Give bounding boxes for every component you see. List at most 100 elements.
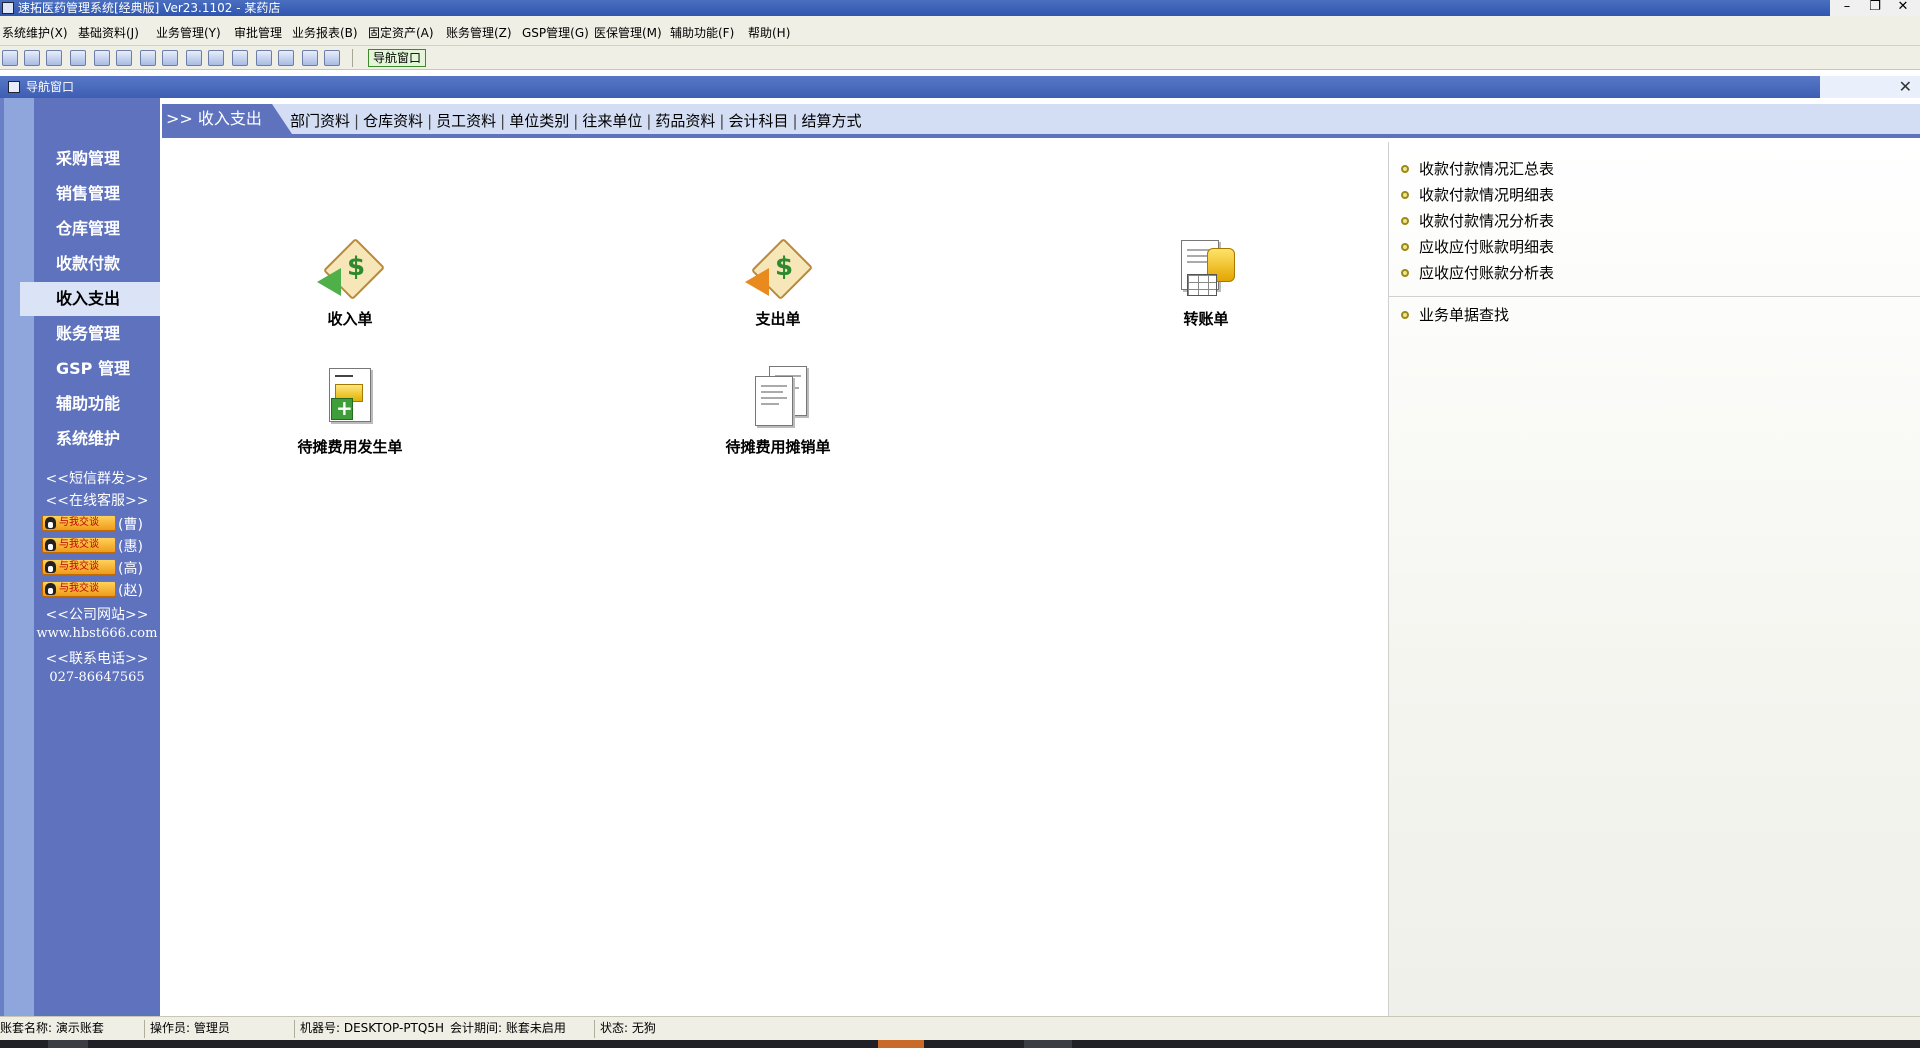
qq-chat-badge[interactable]: 与我交谈 bbox=[42, 581, 116, 597]
module-tab-bar: >> 收入支出 部门资料 | 仓库资料 | 员工资料 | 单位类别 | 往来单位 | 药品资料 | 会计… bbox=[162, 104, 1920, 138]
sidebar-item-gsp[interactable]: GSP 管理 bbox=[20, 352, 160, 386]
print-icon[interactable] bbox=[278, 50, 294, 66]
transfer-icon[interactable] bbox=[186, 50, 202, 66]
menu-gsp[interactable]: GSP管理(G) bbox=[522, 24, 589, 41]
qq-chat-badge[interactable]: 与我交谈 bbox=[42, 559, 116, 575]
refresh-icon[interactable] bbox=[140, 50, 156, 66]
menu-basic-data[interactable]: 基础资料(J) bbox=[78, 24, 139, 41]
expense-voucher-button[interactable]: $ 支出单 bbox=[718, 237, 838, 329]
bullet-icon bbox=[1401, 243, 1409, 251]
calculator-icon[interactable] bbox=[232, 50, 248, 66]
sidebar-item-purchase[interactable]: 采购管理 bbox=[20, 142, 160, 176]
link-warehouses[interactable]: 仓库资料 bbox=[363, 112, 423, 130]
link-departments[interactable]: 部门资料 bbox=[290, 112, 350, 130]
sms-link[interactable]: <<短信群发>> bbox=[34, 468, 160, 488]
app-icon bbox=[2, 2, 14, 14]
exit-icon[interactable] bbox=[324, 50, 340, 66]
qq-chat-badge[interactable]: 与我交谈 bbox=[42, 515, 116, 531]
report-icon[interactable] bbox=[70, 50, 86, 66]
sidebar-item-income-expense[interactable]: 收入支出 bbox=[20, 282, 160, 316]
transfer-icon bbox=[1173, 238, 1239, 300]
sidebar-item-warehouse[interactable]: 仓库管理 bbox=[20, 212, 160, 246]
menu-accounting[interactable]: 账务管理(Z) bbox=[446, 24, 512, 41]
sidebar-item-auxiliary[interactable]: 辅助功能 bbox=[20, 387, 160, 421]
qq-contact-name: (惠) bbox=[118, 539, 143, 555]
menu-approval[interactable]: 审批管理 bbox=[234, 24, 282, 41]
report-item[interactable]: 收款付款情况分析表 bbox=[1389, 208, 1920, 234]
menu-business-reports[interactable]: 业务报表(B) bbox=[292, 24, 358, 41]
menu-medical-insurance[interactable]: 医保管理(M) bbox=[594, 24, 662, 41]
nav-window-button[interactable]: 导航窗口 bbox=[368, 49, 426, 67]
bullet-icon bbox=[1401, 311, 1409, 319]
taskbar-item[interactable] bbox=[48, 1040, 88, 1048]
menu-help[interactable]: 帮助(H) bbox=[748, 24, 790, 41]
window-title: 速拓医药管理系统[经典版] Ver23.1102 - 某药店 bbox=[18, 1, 281, 15]
edit-icon[interactable] bbox=[116, 50, 132, 66]
qq-penguin-icon bbox=[45, 517, 56, 529]
report-item[interactable]: 收款付款情况明细表 bbox=[1389, 182, 1920, 208]
report-item[interactable]: 收款付款情况汇总表 bbox=[1389, 156, 1920, 182]
qq-contact-name: (赵) bbox=[118, 583, 143, 599]
main-content: $ 收入单 $ 支出单 转账单 待摊费用发生单 待摊费用摊销单 bbox=[162, 142, 1388, 1016]
status-machine: 机器号: DESKTOP-PTQ5H bbox=[300, 1021, 444, 1035]
website-link[interactable]: www.hbst666.com bbox=[34, 626, 160, 641]
link-employees[interactable]: 员工资料 bbox=[436, 112, 496, 130]
bullet-icon bbox=[1401, 165, 1409, 173]
message-icon[interactable] bbox=[94, 50, 110, 66]
current-module-tab: >> 收入支出 bbox=[162, 104, 292, 134]
income-voucher-button[interactable]: $ 收入单 bbox=[290, 237, 410, 329]
report-item[interactable]: 应收应付账款分析表 bbox=[1389, 260, 1920, 286]
bullet-icon bbox=[1401, 191, 1409, 199]
users-icon[interactable] bbox=[162, 50, 178, 66]
save-icon[interactable] bbox=[256, 50, 272, 66]
nav-window-close-icon[interactable]: ✕ bbox=[1899, 76, 1912, 98]
deferred-expense-occur-button[interactable]: 待摊费用发生单 bbox=[260, 366, 440, 457]
report-list: 收款付款情况汇总表 收款付款情况明细表 收款付款情况分析表 应收应付账款明细表 … bbox=[1389, 156, 1920, 286]
sidebar-item-sales[interactable]: 销售管理 bbox=[20, 177, 160, 211]
qq-chat-badge[interactable]: 与我交谈 bbox=[42, 537, 116, 553]
nav-window-icon bbox=[8, 81, 20, 93]
menu-business-management[interactable]: 业务管理(Y) bbox=[156, 24, 221, 41]
window-icon[interactable] bbox=[2, 50, 18, 66]
nav-window-title: 导航窗口 bbox=[26, 80, 75, 94]
title-bar: 速拓医药管理系统[经典版] Ver23.1102 - 某药店 – ❐ ✕ bbox=[0, 0, 1920, 16]
link-partners[interactable]: 往来单位 bbox=[582, 112, 642, 130]
restore-button[interactable]: ❐ bbox=[1862, 0, 1888, 16]
website-label: <<公司网站>> bbox=[45, 607, 149, 623]
taskbar-item[interactable] bbox=[1024, 1040, 1072, 1048]
document-search-link[interactable]: 业务单据查找 bbox=[1389, 302, 1920, 328]
link-settlement-methods[interactable]: 结算方式 bbox=[802, 112, 862, 130]
transfer-voucher-button[interactable]: 转账单 bbox=[1146, 238, 1266, 329]
status-period: 会计期间: 账套未启用 bbox=[450, 1021, 566, 1035]
taskbar bbox=[0, 1040, 1920, 1048]
window-controls: – ❐ ✕ bbox=[1830, 0, 1920, 16]
panel-divider bbox=[1389, 296, 1920, 297]
bullet-icon bbox=[1401, 269, 1409, 277]
expense-icon: $ bbox=[745, 237, 814, 301]
link-accounts[interactable]: 会计科目 bbox=[728, 112, 788, 130]
close-button[interactable]: ✕ bbox=[1890, 0, 1916, 16]
bullet-icon bbox=[1401, 217, 1409, 225]
report-item[interactable]: 应收应付账款明细表 bbox=[1389, 234, 1920, 260]
sidebar-item-accounting[interactable]: 账务管理 bbox=[20, 317, 160, 351]
sidebar: 采购管理 销售管理 仓库管理 收款付款 收入支出 账务管理 GSP 管理 辅助功… bbox=[0, 98, 160, 1016]
expense-voucher-label: 支出单 bbox=[755, 310, 801, 328]
deferred-occur-icon bbox=[317, 366, 383, 428]
menu-system-maintenance[interactable]: 系统维护(X) bbox=[2, 24, 68, 41]
minimize-button[interactable]: – bbox=[1834, 0, 1860, 16]
qq-penguin-icon bbox=[45, 583, 56, 595]
list-icon[interactable] bbox=[24, 50, 40, 66]
menu-auxiliary[interactable]: 辅助功能(F) bbox=[670, 24, 734, 41]
taskbar-item[interactable] bbox=[878, 1040, 924, 1048]
menu-fixed-assets[interactable]: 固定资产(A) bbox=[368, 24, 434, 41]
transfer-voucher-label: 转账单 bbox=[1183, 310, 1229, 328]
link-unit-categories[interactable]: 单位类别 bbox=[509, 112, 569, 130]
cascade-icon[interactable] bbox=[46, 50, 62, 66]
deferred-expense-amortize-button[interactable]: 待摊费用摊销单 bbox=[688, 366, 868, 457]
link-drugs[interactable]: 药品资料 bbox=[655, 112, 715, 130]
online-service-link[interactable]: <<在线客服>> bbox=[34, 490, 160, 510]
sidebar-item-receipts-payments[interactable]: 收款付款 bbox=[20, 247, 160, 281]
export-icon[interactable] bbox=[208, 50, 224, 66]
help-icon[interactable] bbox=[302, 50, 318, 66]
sidebar-item-system[interactable]: 系统维护 bbox=[20, 422, 160, 456]
